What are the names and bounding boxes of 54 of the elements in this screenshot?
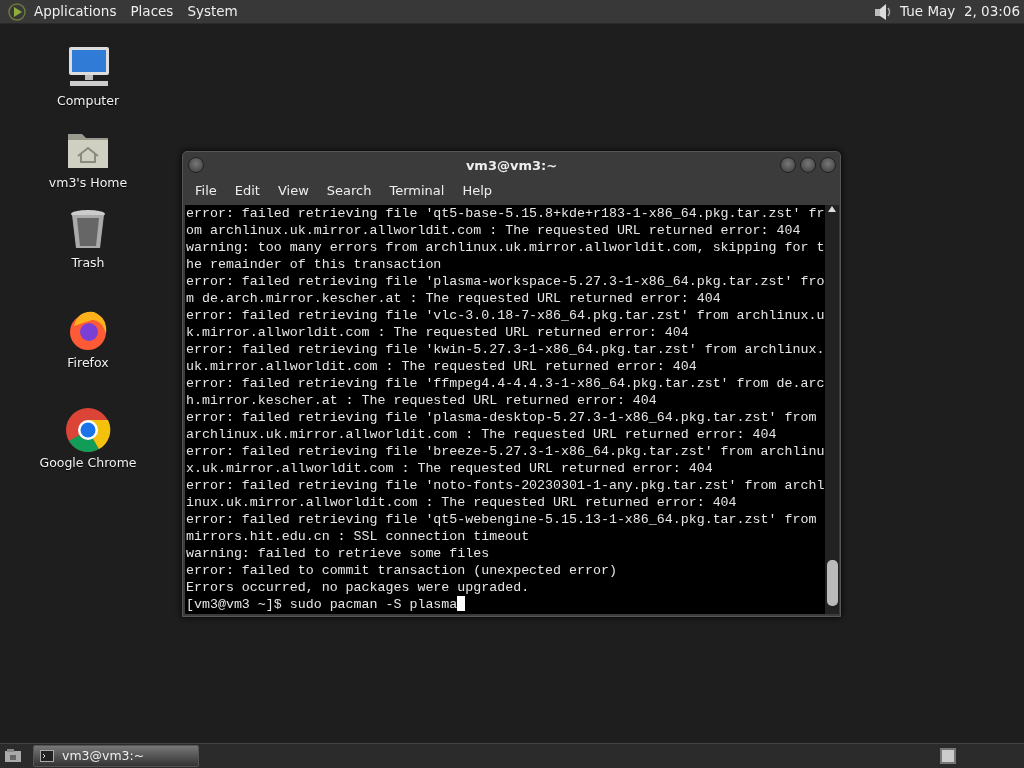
terminal-line: he remainder of this transaction [186,256,443,273]
logo-icon[interactable] [7,1,27,22]
terminal-line: om archlinux.uk.mirror.allworldit.com : The requested URL returned error: 404 [186,222,802,239]
terminal-line: warning: failed to retrieve some files [186,545,491,562]
terminal-line: inux.uk.mirror.allworldit.com : The requested URL returned error: 404 [186,494,738,511]
menu-item[interactable]: File [186,181,226,201]
panel-menu[interactable]: Places [123,1,181,22]
scrollbar-thumb[interactable] [826,560,838,606]
close-button[interactable] [820,157,836,173]
terminal-line: error: failed retrieving file 'kwin-5.27.3-1-x86_64.pkg.tar.zst' from archlinux. [186,341,825,358]
terminal-line: error: failed retrieving file 'plasma-desktop-5.27.3-1-x86_64.pkg.tar.zst' from [186,409,818,426]
menu-item[interactable]: View [268,181,318,201]
clock[interactable]: Tue May 2, 03:06 [900,1,1024,22]
menu-item[interactable]: Edit [225,181,269,201]
terminal-line: archlinux.uk.mirror.allworldit.com : The requested URL returned error: 404 [186,426,778,443]
maximize-button[interactable] [800,157,816,173]
terminal-line: error: failed retrieving file 'qt5-webengine-5.15.13-1-x86_64.pkg.tar.zst' from [186,511,818,528]
menu-item[interactable]: Search [317,181,381,201]
desktop-icon-label[interactable]: Trash [71,254,105,273]
desktop-icon-label[interactable]: Google Chrome [39,454,137,473]
command-prompt: [vm3@vm3 ~]$ sudo pacman -S plasma [186,596,458,613]
terminal-line: error: failed retrieving file 'vlc-3.0.18-7-x86_64.pkg.tar.zst' from archlinux.u [186,307,825,324]
menu-item[interactable]: Help [453,181,502,201]
terminal-line: x.uk.mirror.allworldit.com : The requested URL returned error: 404 [186,460,714,477]
terminal-line: error: failed retrieving file 'breeze-5.27.3-1-x86_64.pkg.tar.zst' from archlinu [186,443,825,460]
terminal-line: uk.mirror.allworldit.com : The requested URL returned error: 404 [186,358,698,375]
desktop-icon-label[interactable]: vm3's Home [48,174,128,193]
terminal-line: error: failed retrieving file 'noto-fonts-20230301-1-any.pkg.tar.zst' from archl [186,477,825,494]
terminal-icon [40,750,54,762]
chrome-icon[interactable] [64,406,112,454]
terminal-line: error: failed retrieving file 'ffmpeg4.4-4.4.3-1-x86_64.pkg.tar.zst' from de.arc [186,375,825,392]
terminal-line: error: failed retrieving file 'qt5-base-5.15.8+kde+r183-1-x86_64.pkg.tar.zst' fr [186,205,825,222]
terminal-line: error: failed to commit transaction (unexpected error) [186,562,618,579]
terminal-line: error: failed retrieving file 'plasma-workspace-5.27.3-1-x86_64.pkg.tar.zst' fro [186,273,825,290]
terminal-line: m de.arch.mirror.kescher.at : The requested URL returned error: 404 [186,290,722,307]
terminal-line: k.mirror.allworldit.com : The requested URL returned error: 404 [186,324,690,341]
panel-menu[interactable]: Applications [27,1,124,22]
terminal-line: mirrors.hit.edu.cn : SSL connection timeout [186,528,531,545]
menu-item[interactable]: Terminal [380,181,454,201]
window-menu-button[interactable] [188,157,204,173]
show-desktop-icon[interactable] [3,748,23,764]
scroll-up-arrow-icon[interactable] [827,205,837,213]
taskbar-button[interactable]: vm3@vm3:~ [33,745,199,767]
scrollbar[interactable] [825,205,839,614]
window-title: vm3@vm3:~ [465,156,558,175]
desktop-icon-label[interactable]: Computer [56,92,120,111]
terminal-line: h.mirror.kescher.at : The requested URL returned error: 404 [186,392,658,409]
desktop-icon-label[interactable]: Firefox [67,354,109,373]
panel-menu[interactable]: System [180,1,245,22]
text-cursor [457,596,466,611]
terminal-line: Errors occurred, no packages were upgraded. [186,579,531,596]
terminal-line: warning: too many errors from archlinux.uk.mirror.allworldit.com, skipping for t [186,239,825,256]
workspace-switcher[interactable] [940,748,956,764]
minimize-button[interactable] [780,157,796,173]
